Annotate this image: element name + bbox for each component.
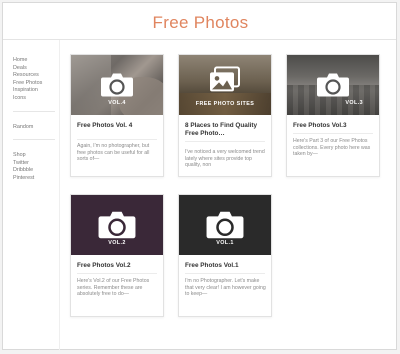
card-divider	[293, 133, 373, 134]
card-thumbnail[interactable]: VOL.1	[179, 195, 271, 255]
page-frame: Free Photos Home Deals Resources Free Ph…	[2, 2, 397, 350]
post-card[interactable]: VOL.2 Free Photos Vol.2 Here's Vol.2 of …	[70, 194, 164, 317]
card-thumbnail[interactable]: FREE PHOTO SITES	[179, 55, 271, 115]
camera-icon	[98, 211, 136, 239]
card-title[interactable]: Free Photos Vol.2	[77, 262, 161, 270]
camera-icon	[317, 73, 349, 97]
card-excerpt: Here's Vol.2 of our Free Photos series. …	[77, 278, 150, 298]
sidebar-item-free-photos[interactable]: Free Photos	[13, 80, 55, 88]
sidebar-nav: Home Deals Resources Free Photos Inspira…	[13, 57, 57, 183]
thumbnail-label: VOL.2	[108, 240, 126, 246]
post-card[interactable]: VOL.3 Free Photos Vol.3 Here's Part 3 of…	[286, 54, 380, 177]
card-title[interactable]: 8 Places to Find Quality Free Photo…	[185, 122, 269, 137]
camera-icon	[206, 211, 244, 239]
sidebar-item-resources[interactable]: Resources	[13, 72, 55, 80]
sidebar-item-pinterest[interactable]: Pinterest	[13, 175, 57, 183]
card-thumbnail[interactable]: VOL.2	[71, 195, 163, 255]
sidebar-item-icons[interactable]: Icons	[13, 95, 55, 103]
card-title[interactable]: Free Photos Vol.3	[293, 122, 377, 130]
sidebar-item-shop[interactable]: Shop	[13, 152, 57, 160]
thumbnail-label: VOL.3	[345, 100, 363, 106]
sidebar-group-random: Random	[13, 120, 55, 141]
post-card[interactable]: VOL.1 Free Photos Vol.1 I'm no Photograp…	[178, 194, 272, 317]
thumbnail-label: VOL.4	[108, 100, 126, 106]
card-divider	[185, 273, 265, 274]
thumbnail-label: FREE PHOTO SITES	[195, 101, 255, 107]
sidebar-item-home[interactable]: Home	[13, 57, 55, 65]
sidebar-group-main: Home Deals Resources Free Photos Inspira…	[13, 57, 55, 112]
sidebar-item-dribbble[interactable]: Dribbble	[13, 167, 57, 175]
card-title[interactable]: Free Photos Vol. 4	[77, 122, 161, 130]
card-divider	[77, 139, 157, 140]
header-divider	[3, 39, 396, 40]
card-title[interactable]: Free Photos Vol.1	[185, 262, 269, 270]
card-excerpt: Here's Part 3 of our Free Photos collect…	[293, 138, 371, 158]
sidebar-item-random[interactable]: Random	[13, 124, 55, 132]
post-card[interactable]: VOL.4 Free Photos Vol. 4 Again, I'm no p…	[70, 54, 164, 177]
card-thumbnail[interactable]: VOL.3	[287, 55, 379, 115]
sidebar-item-inspiration[interactable]: Inspiration	[13, 87, 55, 95]
photos-icon	[210, 66, 240, 92]
thumbnail-label: VOL.1	[216, 240, 234, 246]
card-excerpt: I'm no Photographer. Let's make that ver…	[185, 278, 266, 298]
sidebar-divider	[59, 40, 60, 350]
card-excerpt: I've noticed a very welcomed trend latel…	[185, 149, 265, 169]
sidebar-item-twitter[interactable]: Twitter	[13, 160, 57, 168]
sidebar-item-deals[interactable]: Deals	[13, 65, 55, 73]
card-excerpt: Again, I'm no photographer, but free pho…	[77, 143, 150, 163]
card-divider	[185, 141, 265, 142]
card-thumbnail[interactable]: VOL.4	[71, 55, 163, 115]
sidebar-group-social: Shop Twitter Dribbble Pinterest	[13, 148, 57, 182]
camera-icon	[101, 73, 133, 97]
post-card[interactable]: FREE PHOTO SITES 8 Places to Find Qualit…	[178, 54, 272, 177]
site-title[interactable]: Free Photos	[3, 13, 398, 33]
card-divider	[77, 273, 157, 274]
